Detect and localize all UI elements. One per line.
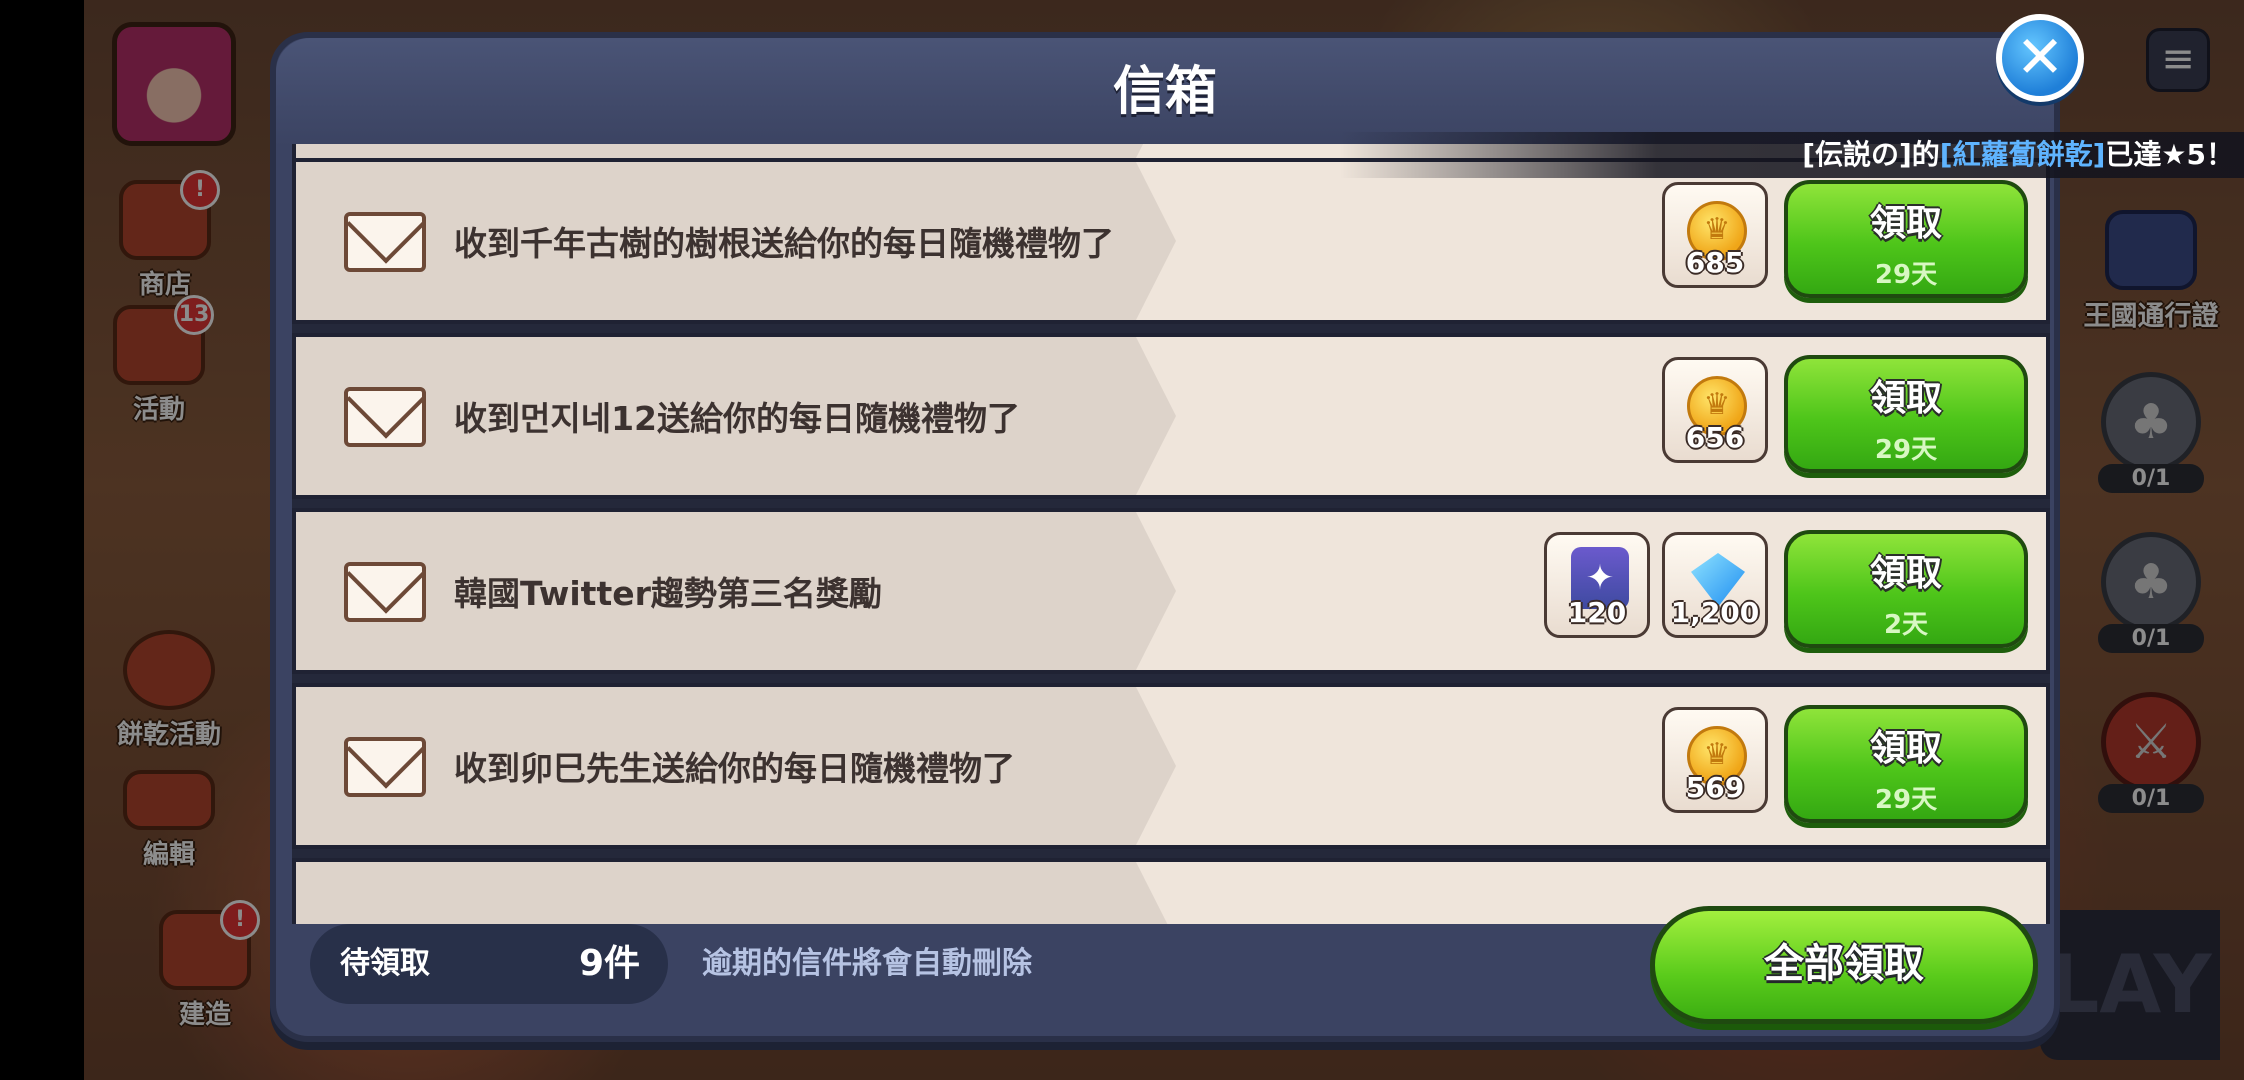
mail-row: 收到卯巳先生送給你的每日隨機禮物了 ♛ 569 領取 29天 [292, 683, 2050, 849]
mail-text: 收到卯巳先生送給你的每日隨機禮物了 [454, 749, 1015, 788]
envelope-icon [344, 387, 426, 447]
announcement-ticker: [伝説の]的[紅蘿蔔餅乾]已達★5！ [1340, 132, 2244, 178]
pending-label: 待領取 [340, 946, 430, 981]
days-left: 2天 [1883, 610, 1929, 640]
days-left: 29天 [1874, 435, 1938, 465]
mail-row: 收到千年古樹的樹根送給你的每日隨機禮物了 ♛ 685 領取 29天 [292, 158, 2050, 324]
envelope-icon [344, 562, 426, 622]
envelope-icon [344, 737, 426, 797]
reward-coin: ♛ 569 [1662, 707, 1768, 813]
ticker-prefix: [伝説の]的 [1802, 138, 1940, 171]
claim-label: 領取 [1869, 728, 1942, 769]
mailbox-dialog: 信箱 收到千年古樹的樹根送給你的每日隨機禮物了 ♛ 685 領取 29天 收到먼… [270, 32, 2060, 1042]
mail-row-band [296, 862, 1176, 924]
reward-amount: 1,200 [1670, 596, 1760, 629]
claim-label: 領取 [1869, 378, 1942, 419]
mail-row-band [296, 144, 1176, 158]
reward-gem: 1,200 [1662, 532, 1768, 638]
mail-row: 韓國Twitter趨勢第三名獎勵 ✦ 120 1,200 領取 2天 [292, 508, 2050, 674]
claim-all-button[interactable]: 全部領取 [1650, 906, 2038, 1024]
pending-count: 9件 [578, 943, 640, 984]
mail-list[interactable]: 收到千年古樹的樹根送給你的每日隨機禮物了 ♛ 685 領取 29天 收到먼지네1… [292, 144, 2050, 924]
reward-amount: 120 [1567, 596, 1627, 629]
mailbox-title: 信箱 [276, 38, 2054, 146]
pending-counter: 待領取 9件 [310, 924, 668, 1004]
close-icon[interactable]: ✕ [1996, 14, 2084, 102]
mail-text: 收到먼지네12送給你的每日隨機禮物了 [454, 399, 1021, 438]
ticker-highlight: [紅蘿蔔餅乾] [1939, 138, 2106, 171]
ticker-suffix: 已達★5！ [2105, 138, 2234, 171]
reward-amount: 656 [1685, 421, 1745, 454]
reward-coin: ♛ 685 [1662, 182, 1768, 288]
days-left: 29天 [1874, 260, 1938, 290]
reward-amount: 685 [1685, 246, 1745, 279]
claim-button[interactable]: 領取 29天 [1784, 705, 2028, 823]
claim-label: 領取 [1869, 553, 1942, 594]
mail-text: 收到千年古樹的樹根送給你的每日隨機禮物了 [454, 224, 1114, 263]
claim-button[interactable]: 領取 29天 [1784, 355, 2028, 473]
envelope-icon [344, 212, 426, 272]
expire-note: 逾期的信件將會自動刪除 [702, 946, 1032, 981]
claim-button[interactable]: 領取 2天 [1784, 530, 2028, 648]
mail-text: 韓國Twitter趨勢第三名獎勵 [454, 574, 882, 613]
days-left: 29天 [1874, 785, 1938, 815]
claim-label: 領取 [1869, 203, 1942, 244]
reward-amount: 569 [1685, 771, 1745, 804]
claim-button[interactable]: 領取 29天 [1784, 180, 2028, 298]
mail-row: 收到먼지네12送給你的每日隨機禮物了 ♛ 656 領取 29天 [292, 333, 2050, 499]
reward-box: ✦ 120 [1544, 532, 1650, 638]
reward-coin: ♛ 656 [1662, 357, 1768, 463]
